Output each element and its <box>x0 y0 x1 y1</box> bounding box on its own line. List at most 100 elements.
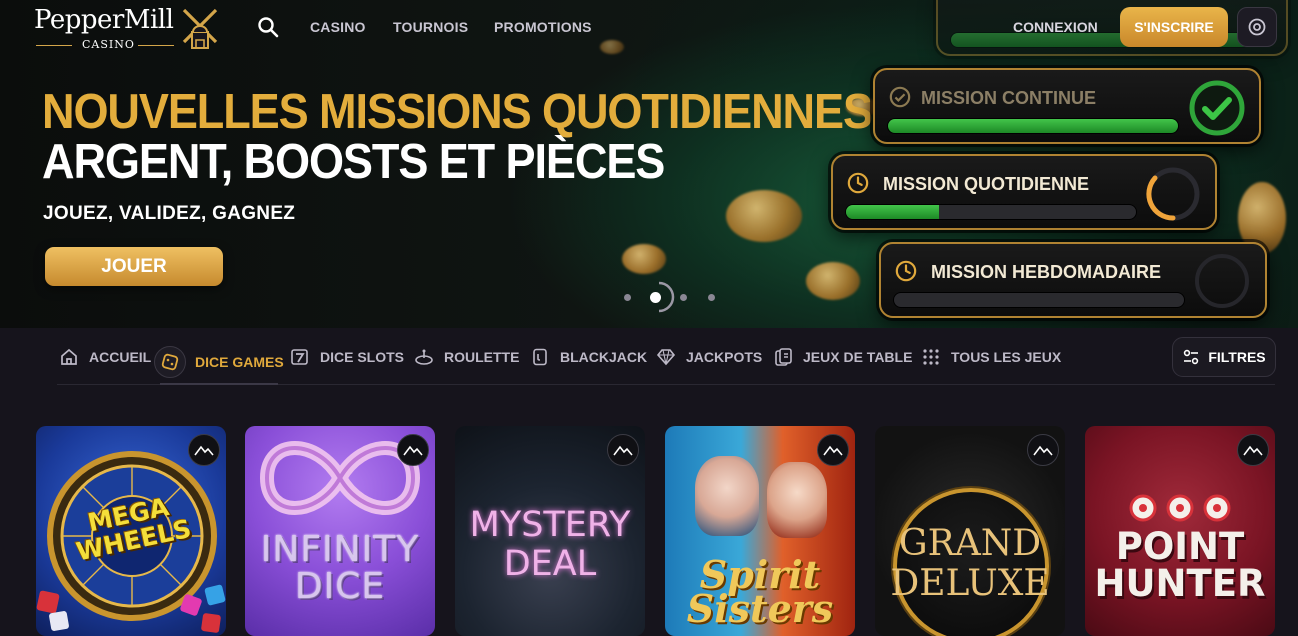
mission-card-continue: MISSION CONTINUE <box>873 68 1261 144</box>
category-dice-slots[interactable]: DICE SLOTS <box>289 346 404 368</box>
mission-progress-bar <box>845 204 1137 220</box>
logo-subtitle: CASINO <box>82 38 135 51</box>
category-label: ROULETTE <box>444 349 520 365</box>
peppermill-logo[interactable]: PepperMill CASINO <box>34 4 219 51</box>
table-cards-icon <box>772 346 794 368</box>
provider-logo-icon <box>613 445 633 456</box>
carousel-dot-3[interactable] <box>680 294 687 301</box>
home-icon <box>58 346 80 368</box>
provider-badge[interactable] <box>1027 434 1059 466</box>
mission-label: MISSION QUOTIDIENNE <box>883 174 1090 194</box>
game-tile-point-hunter[interactable]: POINT HUNTER <box>1085 426 1275 636</box>
game-tile-mega-wheels[interactable]: MEGA WHEELS <box>36 426 226 636</box>
provider-badge[interactable] <box>188 434 220 466</box>
cards-icon <box>529 346 551 368</box>
play-button[interactable]: JOUER <box>45 247 223 286</box>
category-accueil[interactable]: ACCUEIL <box>58 346 151 368</box>
character-right <box>767 462 827 538</box>
provider-logo-icon <box>1033 445 1053 456</box>
category-label: BLACKJACK <box>560 349 648 365</box>
targets-artwork <box>1129 494 1231 522</box>
dice-decoration <box>204 584 226 606</box>
slot-seven-icon <box>289 346 311 368</box>
mission-progress-fill <box>888 119 1178 133</box>
search-icon[interactable] <box>257 16 279 38</box>
nav-tournois[interactable]: TOURNOIS <box>393 19 468 35</box>
game-tile-mystery-deal[interactable]: MYSTERY DEAL <box>455 426 645 636</box>
game-title: POINT HUNTER <box>1094 525 1266 605</box>
sliders-icon <box>1184 349 1199 365</box>
filters-button[interactable]: FILTRES <box>1172 337 1276 377</box>
settings-button[interactable] <box>1237 7 1277 47</box>
nav-casino[interactable]: CASINO <box>310 19 366 35</box>
coin-decoration <box>622 244 666 274</box>
category-label: ACCUEIL <box>89 349 152 365</box>
game-tile-grand-deluxe[interactable]: GRAND DELUXE <box>875 426 1065 636</box>
gear-icon <box>1248 18 1266 36</box>
category-label: JACKPOTS <box>686 349 763 365</box>
check-circle-icon <box>889 86 911 108</box>
mission-progress-bar <box>887 118 1179 134</box>
checkmark-complete-icon <box>1189 80 1245 136</box>
clock-icon <box>847 172 869 194</box>
progress-ring-icon <box>1146 167 1200 221</box>
dice-decoration <box>36 590 60 614</box>
top-header: PepperMill CASINO CASINO TOURNOIS PROMOT… <box>0 0 1298 54</box>
logo-wordmark: PepperMill <box>34 5 174 35</box>
category-active-indicator <box>160 383 278 385</box>
game-title: INFINITY DICE <box>260 529 420 607</box>
carousel-dots <box>620 281 720 313</box>
provider-badge[interactable] <box>817 434 849 466</box>
provider-badge[interactable] <box>607 434 639 466</box>
dice-icon <box>154 346 186 378</box>
clock-icon <box>895 260 917 282</box>
logo-rule <box>138 45 174 46</box>
hero-headline: ARGENT, BOOSTS ET PIÈCES <box>42 135 665 189</box>
category-roulette[interactable]: ROULETTE <box>413 346 519 368</box>
grid-dots-icon <box>920 346 942 368</box>
carousel-dot-2[interactable] <box>650 292 661 303</box>
mission-label: MISSION HEBDOMADAIRE <box>931 262 1162 282</box>
game-title: Spirit Sisters <box>686 552 834 632</box>
mission-progress-fill <box>846 205 939 219</box>
provider-logo-icon <box>1243 445 1263 456</box>
category-jeux-de-table[interactable]: JEUX DE TABLE <box>772 346 912 368</box>
progress-ring-empty <box>1195 254 1249 308</box>
category-blackjack[interactable]: BLACKJACK <box>529 346 647 368</box>
dice-decoration <box>48 610 70 632</box>
game-tile-spirit-sisters[interactable]: Spirit Sisters <box>665 426 855 636</box>
category-label: DICE GAMES <box>195 354 284 370</box>
filters-label: FILTRES <box>1208 349 1266 365</box>
game-tile-infinity-dice[interactable]: INFINITY DICE <box>245 426 435 636</box>
category-jackpots[interactable]: JACKPOTS <box>655 346 762 368</box>
diamond-icon <box>655 346 677 368</box>
category-label: TOUS LES JEUX <box>951 349 1062 365</box>
provider-badge[interactable] <box>1237 434 1269 466</box>
signup-button[interactable]: S'INSCRIRE <box>1120 7 1228 47</box>
category-tous-les-jeux[interactable]: TOUS LES JEUX <box>920 346 1061 368</box>
nav-promotions[interactable]: PROMOTIONS <box>494 19 592 35</box>
game-title: MYSTERY DEAL <box>469 505 631 585</box>
dice-decoration <box>200 612 222 634</box>
game-title: GRAND DELUXE <box>890 523 1050 604</box>
provider-logo-icon <box>403 445 423 456</box>
login-link[interactable]: CONNEXION <box>1013 19 1098 35</box>
roulette-icon <box>413 346 435 368</box>
mission-card-weekly: MISSION HEBDOMADAIRE <box>879 242 1267 318</box>
mission-card-daily: MISSION QUOTIDIENNE <box>831 154 1217 230</box>
category-bar: ACCUEIL DICE GAMES DICE SLOTS ROULETTE B… <box>0 328 1298 388</box>
category-dice-games[interactable]: DICE GAMES <box>154 346 284 378</box>
hero-subtitle: JOUEZ, VALIDEZ, GAGNEZ <box>43 203 296 224</box>
provider-badge[interactable] <box>397 434 429 466</box>
hero-title: NOUVELLES MISSIONS QUOTIDIENNES <box>42 85 873 139</box>
provider-logo-icon <box>823 445 843 456</box>
category-label: DICE SLOTS <box>320 349 405 365</box>
mission-progress-bar <box>893 292 1185 308</box>
logo-rule <box>36 45 72 46</box>
coin-decoration <box>806 262 860 300</box>
character-left <box>695 456 759 536</box>
provider-logo-icon <box>194 445 214 456</box>
carousel-dot-4[interactable] <box>708 294 715 301</box>
category-label: JEUX DE TABLE <box>803 349 913 365</box>
carousel-dot-1[interactable] <box>624 294 631 301</box>
